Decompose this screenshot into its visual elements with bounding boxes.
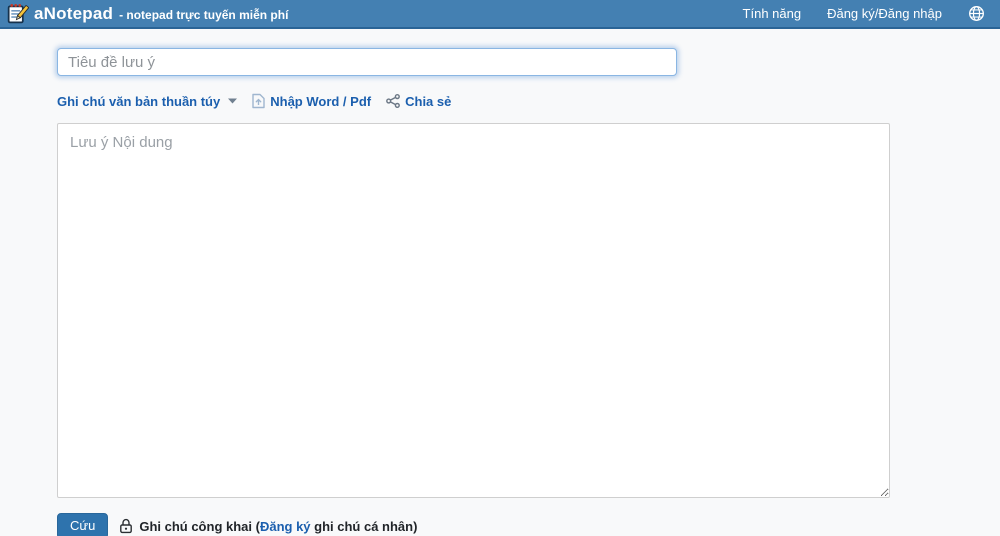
visibility-suffix: ghi chú cá nhân) (310, 518, 418, 534)
note-title-input[interactable] (57, 48, 677, 76)
file-upload-icon (252, 93, 265, 109)
caret-down-icon (228, 98, 238, 104)
note-content-textarea[interactable] (57, 123, 890, 498)
register-note-link[interactable]: Đăng ký (260, 519, 311, 534)
brand-name[interactable]: aNotepad (34, 4, 113, 24)
import-label: Nhập Word / Pdf (270, 93, 372, 109)
navbar: aNotepad - notepad trực tuyến miễn phí T… (0, 0, 1000, 29)
visibility-note: Ghi chú công khai (Đăng ký ghi chú cá nh… (119, 518, 417, 534)
brand[interactable]: aNotepad - notepad trực tuyến miễn phí (6, 2, 288, 25)
notepad-logo-icon (7, 3, 29, 24)
note-type-dropdown[interactable]: Ghi chú văn bản thuần túy (57, 93, 238, 109)
lock-icon (120, 518, 133, 534)
nav-link-register-login[interactable]: Đăng ký/Đăng nhập (827, 6, 942, 21)
import-word-pdf-button[interactable]: Nhập Word / Pdf (252, 93, 371, 109)
navbar-right: Tính năng Đăng ký/Đăng nhập (743, 5, 985, 22)
save-button[interactable]: Cứu (57, 513, 109, 536)
visibility-text: Ghi chú công khai (Đăng ký ghi chú cá nh… (139, 519, 417, 534)
editor-toolbar: Ghi chú văn bản thuần túy Nhập Word / Pd… (57, 93, 1000, 109)
note-type-label: Ghi chú văn bản thuần túy (57, 93, 221, 109)
share-button[interactable]: Chia sẻ (386, 94, 451, 109)
language-globe-icon[interactable] (968, 5, 985, 22)
note-editor: Ghi chú văn bản thuần túy Nhập Word / Pd… (0, 29, 1000, 536)
brand-tagline: - notepad trực tuyến miễn phí (119, 7, 289, 22)
share-icon (386, 94, 401, 108)
nav-link-features[interactable]: Tính năng (743, 6, 802, 21)
visibility-prefix: Ghi chú công khai ( (139, 518, 260, 534)
editor-footer: Cứu Ghi chú công khai (Đăng ký ghi chú c… (57, 513, 1000, 536)
share-label: Chia sẻ (405, 93, 452, 109)
